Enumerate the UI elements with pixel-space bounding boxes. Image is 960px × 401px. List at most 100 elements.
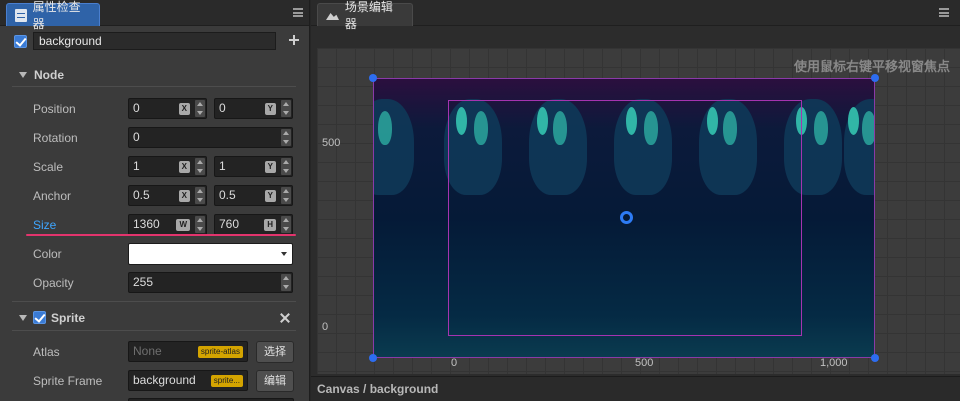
anchor-label: Anchor: [33, 189, 72, 203]
bubble-decoration: [844, 99, 874, 195]
inspector-tabbar: 属性检查器: [0, 0, 309, 31]
scene-menu-icon[interactable]: [939, 8, 949, 17]
opacity-value: 255: [133, 275, 154, 289]
opacity-label: Opacity: [33, 276, 74, 290]
rotation-value: 0: [133, 130, 140, 144]
rotation-stepper[interactable]: [281, 129, 291, 146]
inspector-panel: 属性检查器 background Node Position 0 X 0 Y R…: [0, 0, 310, 401]
remove-sprite-icon[interactable]: [280, 313, 290, 323]
scale-y-stepper[interactable]: [281, 158, 291, 175]
size-highlight-underline: [26, 234, 296, 236]
size-width-stepper[interactable]: [195, 216, 205, 233]
collapse-sprite-icon[interactable]: [19, 315, 27, 321]
anchor-x-value: 0.5: [133, 188, 150, 202]
sprite-frame-type-tag: sprite...: [210, 375, 243, 387]
resize-handle-top-left[interactable]: [369, 74, 377, 82]
collapse-node-icon[interactable]: [19, 72, 27, 78]
anchor-x-field[interactable]: 0.5 X: [128, 185, 207, 206]
node-active-checkbox[interactable]: [14, 35, 27, 48]
size-width-field[interactable]: 1360 W: [128, 214, 207, 235]
anchor-y-stepper[interactable]: [281, 187, 291, 204]
position-y-tag: Y: [264, 103, 276, 115]
position-x-stepper[interactable]: [195, 100, 205, 117]
sprite-divider: [12, 330, 296, 331]
sprite-enabled-checkbox[interactable]: [33, 311, 46, 324]
position-y-field[interactable]: 0 Y: [214, 98, 293, 119]
position-y-value: 0: [219, 101, 226, 115]
anchor-x-tag: X: [178, 190, 190, 202]
position-label: Position: [33, 102, 76, 116]
atlas-label: Atlas: [33, 345, 60, 359]
opacity-stepper[interactable]: [281, 274, 291, 291]
size-width-tag: W: [176, 219, 190, 231]
sprite-frame-edit-button[interactable]: 编辑: [256, 370, 294, 392]
resize-handle-bottom-right[interactable]: [871, 354, 879, 362]
add-component-icon[interactable]: [288, 34, 300, 46]
atlas-select-button[interactable]: 选择: [256, 341, 294, 363]
size-width-value: 1360: [133, 217, 160, 231]
tab-scene-editor[interactable]: 场景编辑器: [317, 0, 413, 31]
scene-viewport[interactable]: 使用鼠标右键平移视窗焦点 500 0 0 500 1,000: [317, 48, 960, 374]
sprite-divider-top: [12, 301, 296, 302]
bubble-decoration: [374, 99, 414, 195]
tab-inspector[interactable]: 属性检查器: [6, 0, 100, 31]
scene-status-bar: Canvas / background: [311, 376, 960, 401]
ruler-x-1000: 1,000: [820, 357, 848, 369]
scale-y-tag: Y: [264, 161, 276, 173]
ruler-y-0: 0: [322, 321, 329, 333]
tab-scene-label: 场景编辑器: [344, 0, 393, 31]
size-height-stepper[interactable]: [281, 216, 291, 233]
sprite-section-title: Sprite: [51, 311, 86, 325]
atlas-type-tag: sprite-atlas: [197, 346, 243, 358]
sprite-frame-label: Sprite Frame: [33, 374, 103, 388]
node-breadcrumb: Canvas / background: [317, 382, 439, 396]
scale-x-stepper[interactable]: [195, 158, 205, 175]
color-picker-field[interactable]: [128, 243, 293, 265]
atlas-value: None: [133, 344, 162, 358]
position-x-field[interactable]: 0 X: [128, 98, 207, 119]
ruler-x-500: 500: [635, 357, 654, 369]
anchor-point-handle[interactable]: [620, 211, 633, 224]
color-dropdown-icon[interactable]: [281, 252, 287, 256]
ruler-y-500: 500: [322, 137, 341, 149]
anchor-y-value: 0.5: [219, 188, 236, 202]
node-divider: [12, 86, 296, 87]
scale-x-value: 1: [133, 159, 140, 173]
scale-x-tag: X: [178, 161, 190, 173]
background-sprite[interactable]: [373, 78, 875, 358]
position-x-value: 0: [133, 101, 140, 115]
scale-label: Scale: [33, 160, 64, 174]
sprite-frame-value: background: [133, 373, 196, 387]
scene-icon: [326, 10, 339, 20]
node-section-header[interactable]: Node: [0, 64, 308, 86]
sprite-section-header[interactable]: Sprite: [0, 307, 308, 329]
scale-x-field[interactable]: 1 X: [128, 156, 207, 177]
node-name-input[interactable]: background: [33, 32, 276, 50]
size-height-value: 760: [219, 217, 240, 231]
position-x-tag: X: [178, 103, 190, 115]
ruler-x-0: 0: [451, 357, 458, 369]
resize-handle-top-right[interactable]: [871, 74, 879, 82]
anchor-y-tag: Y: [264, 190, 276, 202]
atlas-field[interactable]: None sprite-atlas: [128, 341, 248, 362]
node-section-title: Node: [34, 68, 64, 82]
inspector-menu-icon[interactable]: [293, 8, 303, 17]
opacity-field[interactable]: 255: [128, 272, 293, 293]
size-height-field[interactable]: 760 H: [214, 214, 293, 235]
inspector-icon: [15, 8, 27, 22]
size-label: Size: [33, 218, 57, 232]
size-height-tag: H: [264, 219, 276, 231]
color-label: Color: [33, 247, 62, 261]
sprite-frame-field[interactable]: background sprite...: [128, 370, 248, 391]
scene-tabbar: 场景编辑器: [311, 0, 960, 31]
pan-hint: 使用鼠标右键平移视窗焦点: [793, 59, 950, 74]
anchor-x-stepper[interactable]: [195, 187, 205, 204]
anchor-y-field[interactable]: 0.5 Y: [214, 185, 293, 206]
rotation-field[interactable]: 0: [128, 127, 293, 148]
resize-handle-bottom-left[interactable]: [369, 354, 377, 362]
position-y-stepper[interactable]: [281, 100, 291, 117]
tab-inspector-label: 属性检查器: [32, 0, 81, 31]
scene-editor-panel: 场景编辑器 使用鼠标右键平移视窗焦点 500 0 0 500 1,000 Can…: [311, 0, 960, 401]
scale-y-value: 1: [219, 159, 226, 173]
scale-y-field[interactable]: 1 Y: [214, 156, 293, 177]
